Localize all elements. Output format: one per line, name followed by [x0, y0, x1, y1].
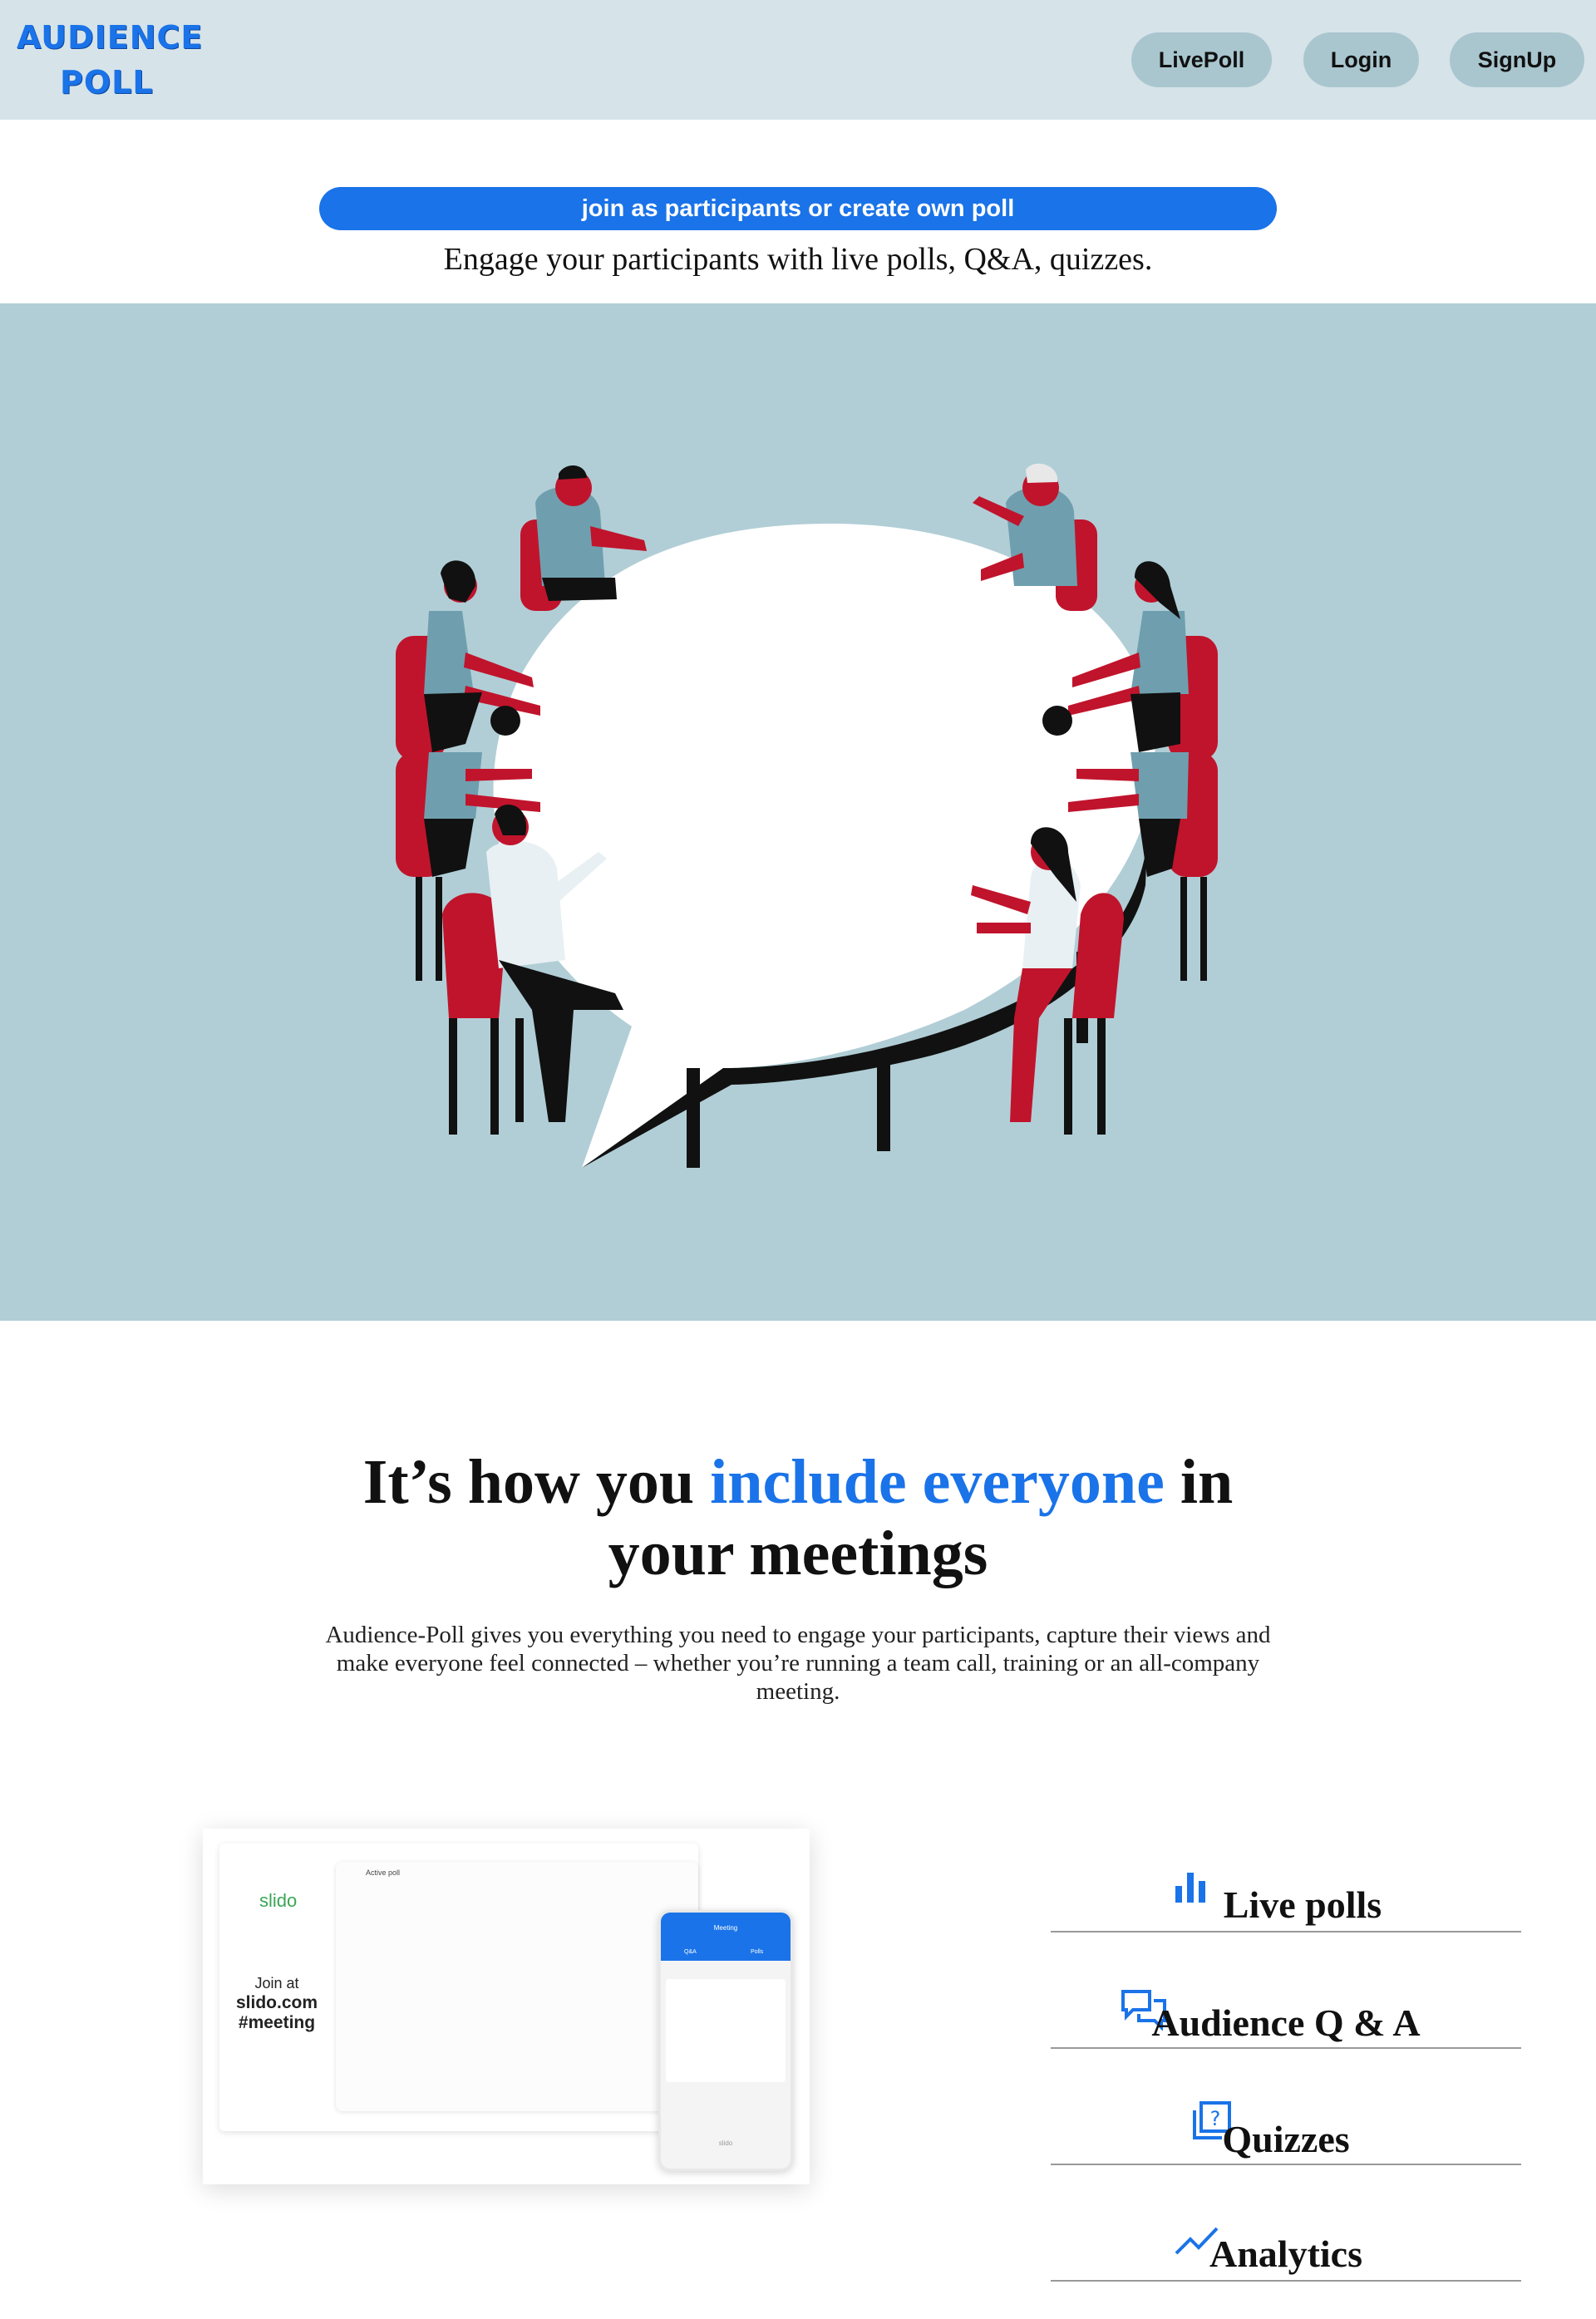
section-headline: It’s how you include everyone in your me… [299, 1446, 1297, 1589]
feature-quizzes[interactable]: ? Quizzes [1051, 2049, 1521, 2165]
join-instructions: Join at slido.com #meeting [231, 1973, 323, 2033]
headline-highlight: include everyone [710, 1447, 1165, 1517]
poll-panel [336, 1862, 698, 2111]
logo-line-2: POLL [60, 64, 154, 101]
livepoll-button[interactable]: LivePoll [1131, 32, 1272, 87]
feature-live-polls[interactable]: Live polls [1051, 1816, 1521, 1932]
site-header: AUDIENCE POLL LivePoll Login SignUp [0, 0, 1596, 120]
section-description: Audience-Poll gives you everything you n… [325, 1622, 1271, 1705]
join-code: #meeting [238, 2013, 316, 2032]
feature-analytics[interactable]: Analytics [1051, 2165, 1521, 2282]
join-or-create-poll-button[interactable]: join as participants or create own poll [319, 187, 1277, 230]
presenter-window: slido Join at slido.com #meeting Active … [219, 1844, 698, 2131]
feature-label: Audience Q & A [1151, 2001, 1421, 2044]
headline-part-1: It’s how you [362, 1447, 711, 1517]
active-poll-label: Active poll [366, 1868, 401, 1877]
feature-label: Quizzes [1222, 2118, 1350, 2160]
phone-mockup: Meeting Q&A Polls slido [658, 1910, 793, 2171]
phone-header [661, 1913, 791, 1961]
feature-label: Analytics [1209, 2233, 1362, 2275]
phone-tab-polls: Polls [751, 1949, 764, 1955]
meeting-table-illustration [396, 463, 1218, 1168]
feature-audience-qa[interactable]: Audience Q & A [1051, 1932, 1521, 2049]
login-button[interactable]: Login [1303, 32, 1419, 87]
phone-footer: slido [718, 2139, 733, 2147]
signup-button[interactable]: SignUp [1450, 32, 1584, 87]
audience-poll-logo[interactable]: AUDIENCE POLL [17, 15, 204, 106]
phone-title: Meeting [713, 1924, 738, 1932]
join-url: slido.com [235, 1993, 318, 2012]
join-text: Join at [254, 1975, 299, 1992]
hero-banner [0, 303, 1596, 1321]
slido-logo: slido [259, 1890, 298, 1911]
tagline: Engage your participants with live polls… [443, 242, 1153, 277]
phone-tab-qa: Q&A [684, 1949, 697, 1955]
feature-label: Live polls [1223, 1883, 1382, 1926]
logo-line-1: AUDIENCE [17, 19, 204, 56]
product-screenshot: slido Join at slido.com #meeting Active … [203, 1829, 810, 2184]
phone-card [666, 1979, 786, 2082]
